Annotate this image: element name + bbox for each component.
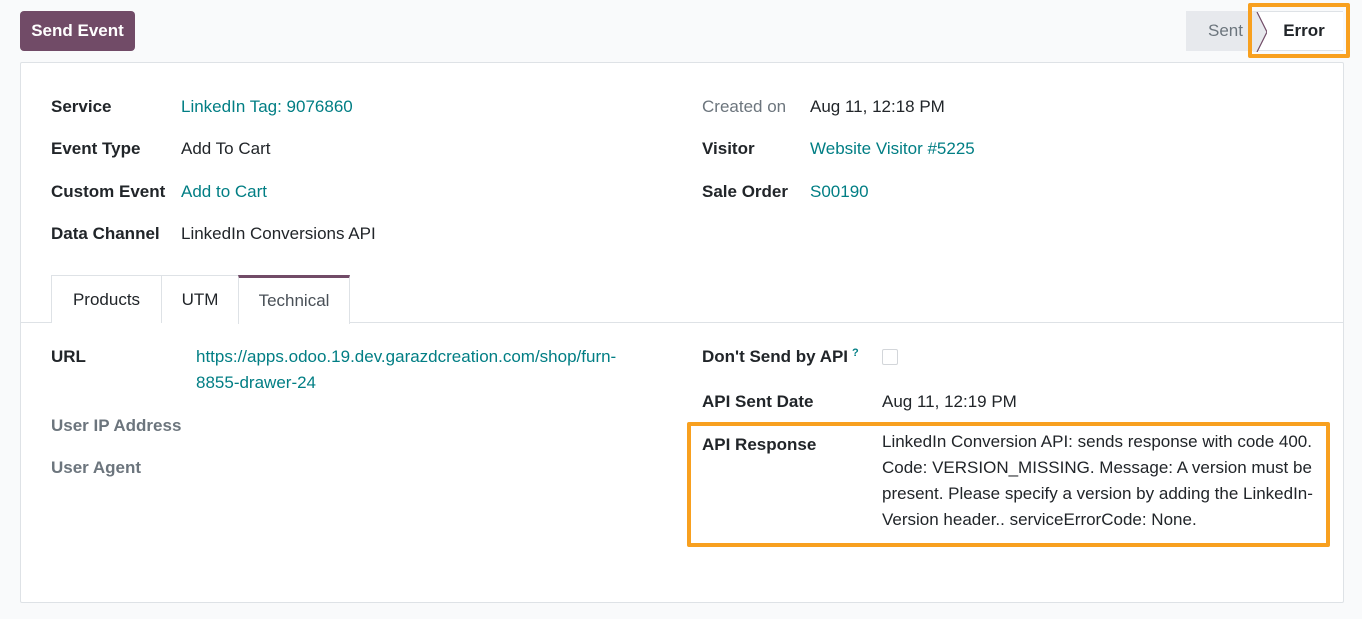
api-sent-date-label: API Sent Date [702,392,814,411]
status-error[interactable]: Error [1253,11,1343,52]
tab-products-label: Products [72,289,141,309]
user-ip-label: User IP Address [51,416,182,435]
send-event-button[interactable]: Send Event [20,11,135,51]
api-response-label: API Response [702,435,817,454]
help-tooltip-icon[interactable]: ? [852,347,859,359]
dont-send-checkbox[interactable] [882,349,898,365]
sale-order-label: Sale Order [702,182,788,201]
visitor-label: Visitor [702,139,755,158]
tab-utm[interactable]: UTM [161,275,239,323]
dont-send-label: Don't Send by API [702,347,849,366]
event-type-label: Event Type [51,139,141,158]
visitor-value-link[interactable]: Website Visitor #5225 [810,139,975,159]
user-agent-label: User Agent [51,458,142,477]
data-channel-label: Data Channel [51,224,160,243]
status-sent-label: Sent [1208,21,1243,40]
status-error-label: Error [1283,21,1325,40]
api-response-value: LinkedIn Conversion API: sends response … [882,432,1313,529]
custom-event-value-link[interactable]: Add to Cart [181,182,267,202]
api-sent-date-value: Aug 11, 12:19 PM [882,392,1017,411]
control-panel: Send Event Sent Error [0,0,1362,62]
status-bar: Sent Error [1186,11,1343,52]
service-value-link[interactable]: LinkedIn Tag: 9076860 [181,97,353,117]
custom-event-label: Custom Event [51,182,166,201]
tab-technical[interactable]: Technical [238,275,350,324]
url-label: URL [51,347,86,366]
sale-order-value-link[interactable]: S00190 [810,182,869,202]
tab-technical-label: Technical [258,291,330,310]
status-arrow-icon [1253,12,1267,52]
event-type-value[interactable]: Add To Cart [181,139,270,159]
form-sheet: Service LinkedIn Tag: 9076860 Event Type… [20,62,1344,603]
service-label: Service [51,97,112,116]
created-on-label: Created on [702,97,787,116]
url-value-link[interactable]: https://apps.odoo.19.dev.garazdcreation.… [196,344,656,396]
created-on-value: Aug 11, 12:18 PM [810,97,945,116]
tab-utm-label: UTM [181,289,219,309]
tab-products[interactable]: Products [51,275,162,323]
data-channel-value[interactable]: LinkedIn Conversions API [181,224,376,244]
